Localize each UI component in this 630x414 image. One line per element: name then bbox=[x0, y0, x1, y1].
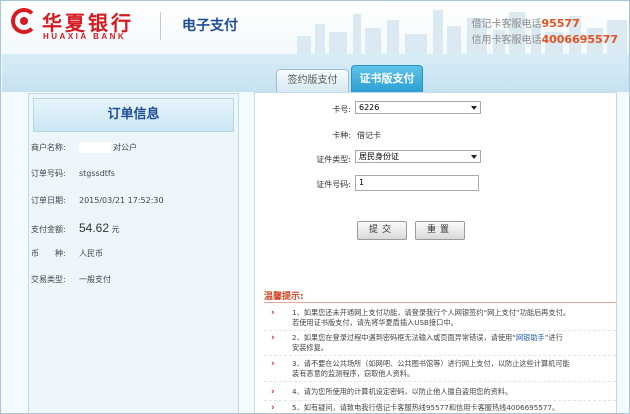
card-type-value: 借记卡 bbox=[357, 131, 381, 140]
chevron-right-icon: › bbox=[271, 333, 275, 343]
id-number-label: 证件号码: bbox=[316, 180, 351, 189]
tip-text: 3、请不要在公共场所（如网吧、公共图书馆等）进行网上支付，以防止这些计算机可能 bbox=[292, 359, 570, 368]
tip-text: 1、如果您还未开通网上支付功能，请登录我行个人网银签约“网上支付”功能后再支付。 bbox=[292, 308, 570, 317]
id-type-value: 居民身份证 bbox=[359, 152, 399, 161]
hotline-debit-number: 95577 bbox=[541, 17, 580, 30]
order-row-currency: 币 种: 人民币 bbox=[31, 247, 103, 261]
merchant-value: 对公户 bbox=[113, 143, 137, 152]
tab-certificate-payment[interactable]: 证书版支付 bbox=[351, 65, 423, 92]
tip-text-post: ”进行 bbox=[544, 333, 563, 342]
tip-item: › 3、请不要在公共场所（如网吧、公共图书馆等）进行网上支付，以防止这些计算机可… bbox=[271, 359, 616, 379]
order-date-label: 订单日期: bbox=[31, 196, 66, 205]
amount-unit: 元 bbox=[111, 225, 120, 234]
tip-separator bbox=[264, 330, 616, 331]
chevron-right-icon: › bbox=[271, 403, 275, 413]
transaction-type-value: 一般支付 bbox=[79, 275, 111, 284]
hotline-credit-label: 信用卡客服电话 bbox=[471, 35, 542, 46]
tip-text-pre: 2、如果您在登录过程中遇到密码框无法输入或页面异常错误，请使用“ bbox=[292, 333, 516, 342]
tip-separator bbox=[264, 381, 616, 382]
card-number-select[interactable]: 6226 bbox=[355, 101, 481, 114]
tip-text: 4、请为您所使用的计算机设定密码，以防止他人擅自盗用您的资料。 bbox=[292, 387, 513, 396]
hotline-info: 借记卡客服电话95577 信用卡客服电话4006695577 bbox=[471, 16, 618, 48]
tip-item: › 5、如有疑问，请致电我行借记卡客服热线95577和信用卡客服热线400669… bbox=[271, 403, 616, 413]
tab-contract-payment[interactable]: 签约版支付 bbox=[276, 69, 349, 92]
page-header: 华夏银行 HUAXIA BANK 电子支付 借记卡客服电话95577 信用卡客服… bbox=[2, 2, 629, 54]
netbank-helper-link[interactable]: 网银助手 bbox=[516, 333, 545, 342]
tip-item: › 4、请为您所使用的计算机设定密码，以防止他人擅自盗用您的资料。 bbox=[271, 387, 616, 397]
order-row-number: 订单号码: stgssdtfs bbox=[31, 167, 115, 181]
tips-divider bbox=[264, 302, 616, 303]
amount-label: 支付金额: bbox=[31, 225, 66, 234]
id-type-label: 证件类型: bbox=[316, 155, 351, 164]
reset-button[interactable]: 重置 bbox=[415, 221, 465, 240]
tip-text: 装有恶意的监测程序，窃取他人资料。 bbox=[292, 369, 415, 378]
tip-text: 2、如果您在登录过程中遇到密码框无法输入或页面异常错误，请使用“网银助手”进行 bbox=[292, 333, 616, 343]
page-title: 电子支付 bbox=[182, 18, 238, 34]
tip-separator bbox=[264, 355, 616, 356]
bank-name-en: HUAXIA BANK bbox=[43, 32, 127, 41]
masked-merchant-name bbox=[79, 142, 111, 153]
chevron-down-icon bbox=[471, 155, 477, 159]
card-number-label: 卡号: bbox=[332, 105, 351, 114]
order-date-value: 2015/03/21 17:52:30 bbox=[79, 196, 164, 205]
tip-item: › 2、如果您在登录过程中遇到密码框无法输入或页面异常错误，请使用“网银助手”进… bbox=[271, 333, 616, 353]
tips-title: 温馨提示: bbox=[264, 292, 304, 302]
order-info-title: 订单信息 bbox=[33, 98, 234, 132]
order-number-label: 订单号码: bbox=[31, 169, 66, 178]
order-row-amount: 支付金额: 54.62 元 bbox=[31, 221, 120, 235]
order-row-merchant: 商户名称: 对公户 bbox=[31, 141, 137, 155]
order-number-value: stgssdtfs bbox=[79, 169, 115, 178]
hotline-credit-number: 4006695577 bbox=[541, 33, 618, 46]
tip-text: 若使用证书版支付，请先将华夏盾插入USB接口中。 bbox=[292, 318, 458, 327]
order-row-type: 交易类型: 一般支付 bbox=[31, 273, 111, 287]
currency-label: 币 种: bbox=[31, 249, 66, 258]
amount-value: 54.62 bbox=[79, 221, 110, 235]
tip-separator bbox=[264, 400, 616, 401]
currency-value: 人民币 bbox=[79, 249, 103, 258]
card-number-value: 6226 bbox=[359, 103, 380, 112]
payment-window: 华夏银行 HUAXIA BANK 电子支付 借记卡客服电话95577 信用卡客服… bbox=[0, 0, 630, 414]
chevron-right-icon: › bbox=[271, 308, 275, 318]
hotline-debit-label: 借记卡客服电话 bbox=[471, 19, 542, 30]
chevron-right-icon: › bbox=[271, 387, 275, 397]
order-row-date: 订单日期: 2015/03/21 17:52:30 bbox=[31, 194, 164, 208]
transaction-type-label: 交易类型: bbox=[31, 275, 66, 284]
id-type-select[interactable]: 居民身份证 bbox=[355, 150, 481, 163]
tip-item: › 1、如果您还未开通网上支付功能，请登录我行个人网银签约“网上支付”功能后再支… bbox=[271, 308, 616, 328]
id-number-input[interactable]: 1 bbox=[355, 175, 479, 191]
chevron-right-icon: › bbox=[271, 359, 275, 369]
merchant-label: 商户名称: bbox=[31, 143, 66, 152]
card-type-label: 卡种: bbox=[332, 131, 351, 140]
header-divider bbox=[160, 12, 161, 40]
chevron-down-icon bbox=[471, 106, 477, 110]
tip-text: 安装修复。 bbox=[292, 343, 328, 352]
huaxia-logo-icon bbox=[11, 8, 37, 34]
tip-text: 5、如有疑问，请致电我行借记卡客服热线95577和信用卡客服热线40066955… bbox=[292, 403, 560, 412]
submit-button[interactable]: 提交 bbox=[357, 221, 407, 240]
